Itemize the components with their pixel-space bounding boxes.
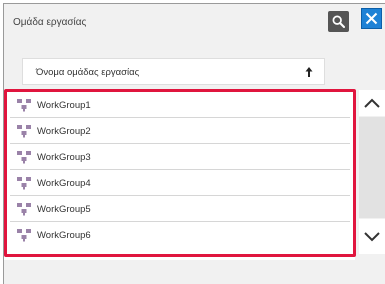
scroll-up-button[interactable] [359, 90, 385, 116]
footer-area [4, 261, 385, 284]
close-button[interactable] [361, 8, 382, 29]
list-highlight-frame [4, 89, 356, 257]
sort-ascending-icon [305, 67, 313, 77]
chevron-down-icon [364, 231, 380, 241]
dialog-title: Ομάδα εργασίας [13, 17, 87, 28]
chevron-up-icon [364, 98, 380, 108]
search-icon [332, 15, 345, 28]
search-button[interactable] [328, 11, 349, 32]
sort-column-header[interactable]: Όνομα ομάδας εργασίας [22, 58, 325, 85]
scroll-down-button[interactable] [359, 219, 385, 254]
column-label: Όνομα ομάδας εργασίας [36, 67, 140, 78]
scroll-thumb[interactable] [359, 117, 385, 218]
close-icon [365, 12, 378, 25]
